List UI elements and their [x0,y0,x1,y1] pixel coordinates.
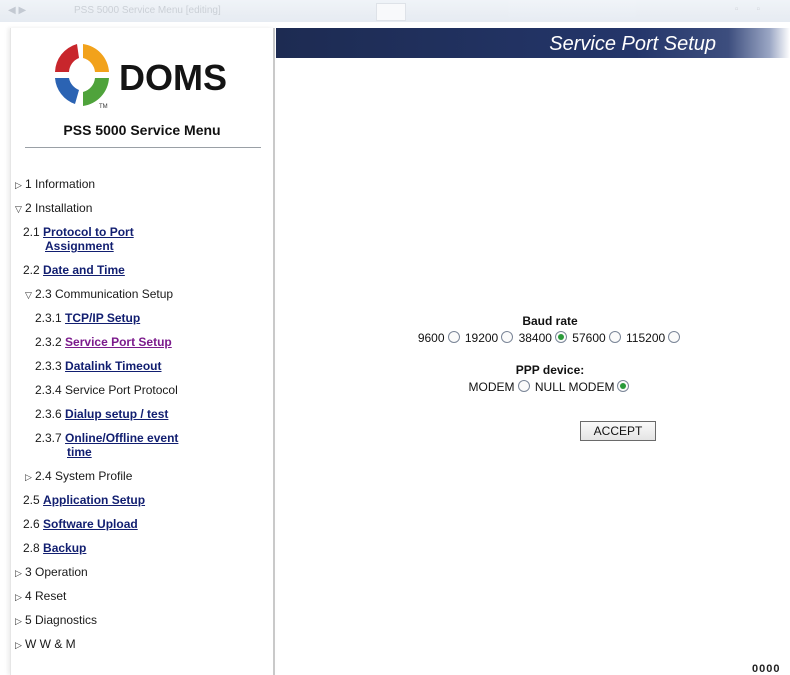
date-and-time-link[interactable]: Date and Time [43,263,125,277]
svg-text:TM: TM [99,104,108,110]
baud-option-radio[interactable] [668,331,681,343]
baud-option-radio[interactable] [501,331,514,343]
baud-option-radio[interactable] [554,331,567,343]
collapse-triangle-icon[interactable]: ▽ [25,288,35,302]
collapse-triangle-icon[interactable]: ▽ [15,202,25,216]
nav-item-date-time: 2.2 Date and Time [23,263,125,277]
nav-item-application-setup: 2.5 Application Setup [23,493,146,507]
baud-option-radio[interactable] [447,331,460,343]
nav-item-service-port: 2.3.2 Service Port Setup [35,335,172,349]
backup-link[interactable]: Backup [43,541,86,555]
address-box[interactable] [376,3,406,21]
nav-item-dialup: 2.3.6 Dialup setup / test [35,407,169,421]
nav-item-software-upload: 2.6 Software Upload [23,517,138,531]
nav-item-service-port-protocol[interactable]: 2.3.4 Service Port Protocol [35,383,178,397]
application-setup-link[interactable]: Application Setup [43,493,145,507]
menu-title: PSS 5000 Service Menu [63,122,221,138]
nav-item-communication-setup[interactable]: ▽ 2.3 Communication Setup [25,287,173,302]
nav-item-online-offline: 2.3.7 Online/Offline event time [35,431,179,459]
tcpip-setup-link[interactable]: TCP/IP Setup [65,311,140,325]
accept-button[interactable]: ACCEPT [580,421,656,441]
expand-triangle-icon[interactable]: ▷ [15,590,25,604]
divider [25,147,261,148]
ppp-device-label: PPP device: [515,363,585,377]
window-controls-icon[interactable]: ▫▫ [735,4,778,15]
online-offline-link-2[interactable]: time [67,445,92,459]
baud-option-label: 19200 [464,331,499,345]
expand-triangle-icon[interactable]: ▷ [25,470,35,484]
ppp-option-radio[interactable] [517,380,530,392]
service-port-setup-link[interactable]: Service Port Setup [65,335,172,349]
software-upload-link[interactable]: Software Upload [43,517,138,531]
page-title-banner: Service Port Setup [276,28,790,58]
ppp-option-label: NULL MODEM [534,380,615,394]
logo-wordmark: DOMS [119,57,227,98]
doms-logo: TM DOMS [55,44,227,110]
window-title: PSS 5000 Service Menu [editing] [74,5,221,16]
baud-option-label: 57600 [572,331,606,345]
ppp-option-radio[interactable] [617,380,630,392]
baud-option-radio[interactable] [608,331,621,343]
ppp-device-options: MODEM NULL MODEM [276,380,790,394]
ppp-option-label: MODEM [468,380,515,394]
expand-triangle-icon[interactable]: ▷ [15,178,25,192]
dialup-setup-link[interactable]: Dialup setup / test [65,407,168,421]
nav-item-system-profile[interactable]: ▷ 2.4 System Profile [25,469,132,484]
baud-option-label: 9600 [417,331,445,345]
baud-rate-label: Baud rate [522,314,578,328]
protocol-to-port-link-2[interactable]: Assignment [45,239,134,253]
corner-text: 0000 [752,663,781,675]
expand-triangle-icon[interactable]: ▷ [15,614,25,628]
sidebar: TM DOMS PSS 5000 Service Menu ▷ 1 Informa… [10,28,275,675]
online-offline-link[interactable]: Online/Offline event [65,431,178,445]
nav-item-datalink: 2.3.3 Datalink Timeout [35,359,162,373]
nav-item-installation[interactable]: ▽ 2 Installation [15,201,92,216]
expand-triangle-icon[interactable]: ▷ [15,566,25,580]
browser-titlebar: ◀ ▶ PSS 5000 Service Menu [editing] ▫▫ [0,0,790,22]
nav-item-wwm[interactable]: ▷ W W & M [15,637,76,652]
nav-item-reset[interactable]: ▷ 4 Reset [15,589,66,604]
nav-item-operation[interactable]: ▷ 3 Operation [15,565,88,580]
datalink-timeout-link[interactable]: Datalink Timeout [65,359,161,373]
page-title: Service Port Setup [549,33,716,55]
baud-rate-options: 9600 19200 38400 57600 115200 [276,331,790,345]
baud-option-label: 38400 [518,331,552,345]
baud-option-label: 115200 [626,331,666,345]
nav-item-information[interactable]: ▷ 1 Information [15,177,95,192]
expand-triangle-icon[interactable]: ▷ [15,638,25,652]
back-forward-icons[interactable]: ◀ ▶ [8,5,26,16]
protocol-to-port-link[interactable]: Protocol to Port [43,225,134,239]
nav-item-diagnostics[interactable]: ▷ 5 Diagnostics [15,613,97,628]
nav-item-backup: 2.8 Backup [23,541,87,555]
logo-mark-icon: TM [55,44,109,110]
nav-item-protocol-to-port: 2.1 Protocol to Port Assignment [23,225,134,253]
nav-item-tcpip: 2.3.1 TCP/IP Setup [35,311,141,325]
